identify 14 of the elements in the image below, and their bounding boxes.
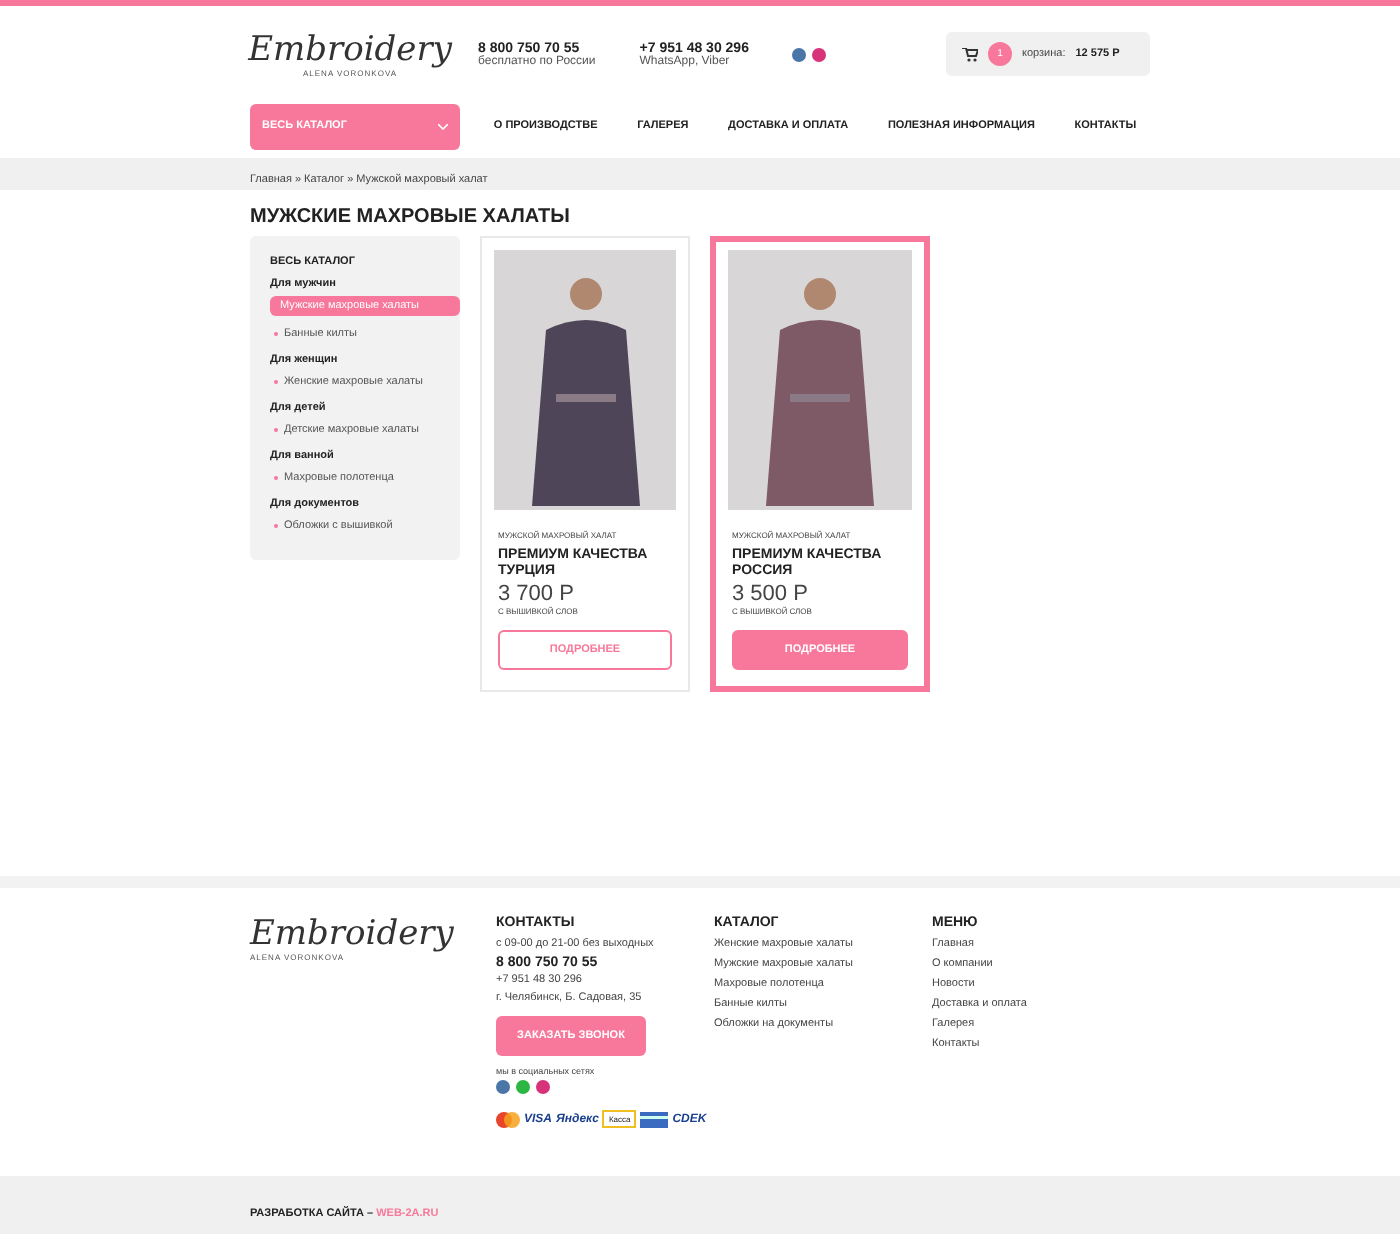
logo-script[interactable]: Embroidery	[248, 31, 452, 67]
card-logo-icon	[496, 1111, 520, 1127]
instagram-icon[interactable]	[536, 1080, 550, 1094]
whatsapp-icon[interactable]	[516, 1080, 530, 1094]
logo-script[interactable]: Embroidery	[250, 916, 454, 952]
product-price: 3 500 Р	[732, 582, 810, 606]
instagram-icon[interactable]	[812, 47, 827, 61]
page-title: МУЖСКИЕ МАХРОВЫЕ ХАЛАТЫ	[250, 206, 572, 228]
cart-icon	[962, 47, 978, 61]
bank-card-icon	[640, 1111, 669, 1127]
product-price: 3 700 Р	[498, 582, 576, 606]
vk-icon[interactable]	[496, 1080, 510, 1094]
chevron-down-icon	[438, 123, 448, 129]
vk-icon[interactable]	[792, 47, 807, 61]
